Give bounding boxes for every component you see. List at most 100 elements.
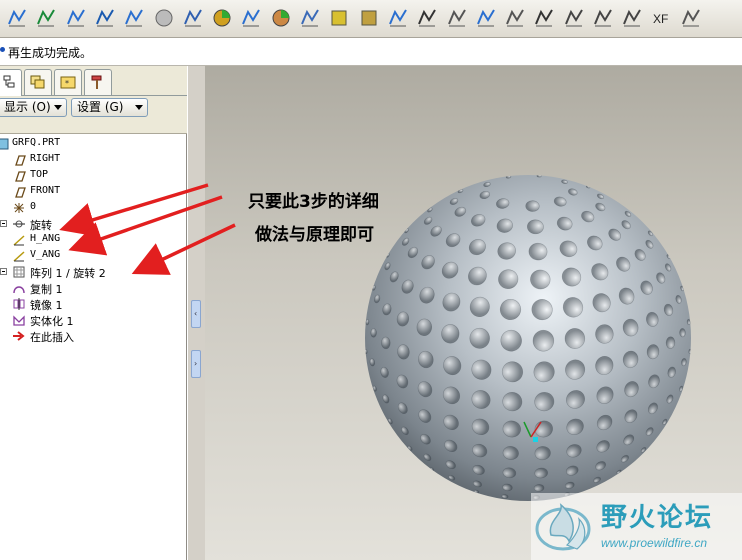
tree-item-label: H_ANG (30, 233, 61, 244)
tree-item[interactable]: TOP (0, 168, 187, 184)
tree-item-label: TOP (30, 169, 49, 180)
tree-item[interactable]: 旋转 (0, 216, 187, 232)
tree-item[interactable]: V_ANG (0, 248, 187, 264)
tree-item[interactable]: H_ANG (0, 232, 187, 248)
scale-icon[interactable] (504, 6, 526, 30)
tree-item[interactable]: 复制 1 (0, 280, 187, 296)
offset-icon[interactable] (299, 6, 321, 30)
tree-item[interactable]: 0 (0, 200, 187, 216)
layers-tab[interactable] (24, 69, 52, 95)
message-area: 再生成功完成。 (0, 38, 742, 66)
tree-item-label: FRONT (30, 185, 61, 196)
dimple (505, 175, 512, 179)
part-icon (0, 137, 10, 151)
expand-toggle-icon[interactable] (0, 268, 7, 275)
svg-text:XF: XF (653, 12, 668, 26)
solidify-icon (12, 313, 26, 327)
expand-panel-handle[interactable]: › (191, 350, 201, 378)
wave-curve-icon[interactable] (65, 6, 87, 30)
main-toolbar: XF (0, 0, 742, 38)
curve-icon[interactable] (35, 6, 57, 30)
draft-icon[interactable] (416, 6, 438, 30)
panel-header-strip (0, 118, 187, 134)
dimension-icon[interactable] (621, 6, 643, 30)
show-button-label: 显示 (O) (4, 100, 51, 114)
dimple (525, 200, 540, 212)
datum-plane-icon (12, 153, 26, 167)
xf-icon[interactable]: XF (651, 6, 673, 30)
box-icon[interactable] (328, 6, 350, 30)
tools-tab[interactable] (84, 69, 112, 95)
navigator-panel: * 显示 (O) 设置 (G) GRFQ.PRT RIGHT TOP FRONT 0 旋转… (0, 66, 187, 560)
expand-toggle-icon[interactable] (0, 220, 7, 227)
parameter-icon (12, 233, 26, 247)
layers-icon[interactable] (358, 6, 380, 30)
dimple (370, 328, 377, 338)
parameter-icon (12, 249, 26, 263)
table-icon[interactable] (533, 6, 555, 30)
insert-here-icon (12, 329, 26, 343)
k-stamp-icon[interactable] (446, 6, 468, 30)
measure-icon[interactable] (182, 6, 204, 30)
dimple (665, 336, 676, 349)
dimple (365, 319, 370, 326)
tree-item[interactable]: 镜像 1 (0, 296, 187, 312)
model-tree-icon (3, 75, 15, 88)
tree-item[interactable]: RIGHT (0, 152, 187, 168)
model-tree-tab[interactable] (0, 69, 22, 96)
show-dropdown-button[interactable]: 显示 (O) (0, 98, 67, 117)
dimple (469, 327, 490, 349)
tree-item-label: 0 (30, 201, 37, 212)
mirror-icon (12, 297, 26, 311)
tree-item[interactable]: 在此插入 (0, 328, 187, 344)
datum-plane-icon (12, 169, 26, 183)
revolve-icon (12, 217, 26, 231)
collapse-panel-handle[interactable]: ‹ (191, 300, 201, 328)
forum-watermark: 野火论坛 www.proewildfire.cn (531, 493, 742, 560)
spline-icon[interactable] (94, 6, 116, 30)
dimple (679, 328, 686, 338)
watermark-title: 野火论坛 (601, 503, 714, 533)
favorites-tab[interactable]: * (54, 69, 82, 95)
dimple (536, 175, 542, 178)
settings-dropdown-button[interactable]: 设置 (G) (71, 98, 148, 117)
sketch-datum-icon[interactable] (6, 6, 28, 30)
datum-plane-icon (12, 185, 26, 199)
section-icon[interactable] (563, 6, 585, 30)
status-message: 再生成功完成。 (8, 46, 93, 60)
tree-item-label: 镜像 1 (30, 299, 63, 312)
panel-splitter[interactable]: ‹ › (187, 66, 205, 560)
color-spectrum-icon[interactable] (211, 6, 233, 30)
spring-icon[interactable] (475, 6, 497, 30)
annotation-text-line2: 做法与原理即可 (255, 225, 374, 245)
surface-curve-icon[interactable] (240, 6, 262, 30)
triangle-icon[interactable] (592, 6, 614, 30)
crossing-curve-icon[interactable] (123, 6, 145, 30)
tree-item[interactable]: GRFQ.PRT (0, 136, 187, 152)
panel-buttons: 显示 (O) 设置 (G) (0, 96, 187, 118)
chevron-right-icon: › (194, 359, 198, 368)
tree-item-label: V_ANG (30, 249, 61, 260)
tree-item-label: GRFQ.PRT (12, 137, 61, 148)
histogram-icon[interactable] (387, 6, 409, 30)
tree-item[interactable]: 阵列 1 / 旋转 2 (0, 264, 187, 280)
golf-ball-model[interactable] (363, 173, 693, 503)
graphics-window[interactable] (205, 66, 742, 560)
chevron-down-icon (54, 105, 62, 110)
copy-icon (12, 281, 26, 295)
shaded-view-icon[interactable] (153, 6, 175, 30)
render-color-icon[interactable] (270, 6, 292, 30)
chevron-down-icon (135, 105, 143, 110)
tree-item-label: 实体化 1 (30, 315, 74, 328)
svg-text:*: * (65, 79, 69, 88)
tree-item[interactable]: FRONT (0, 184, 187, 200)
flame-logo-icon (535, 503, 591, 551)
tree-item-label: 复制 1 (30, 283, 63, 296)
stack-icon[interactable] (680, 6, 702, 30)
annotation-text-line1: 只要此3步的详细 (248, 192, 379, 212)
settings-button-label: 设置 (G) (77, 100, 124, 114)
folder-star-icon: * (60, 76, 76, 89)
message-bullet-icon (0, 47, 5, 52)
panel-tabs: * (0, 66, 187, 96)
tree-item[interactable]: 实体化 1 (0, 312, 187, 328)
